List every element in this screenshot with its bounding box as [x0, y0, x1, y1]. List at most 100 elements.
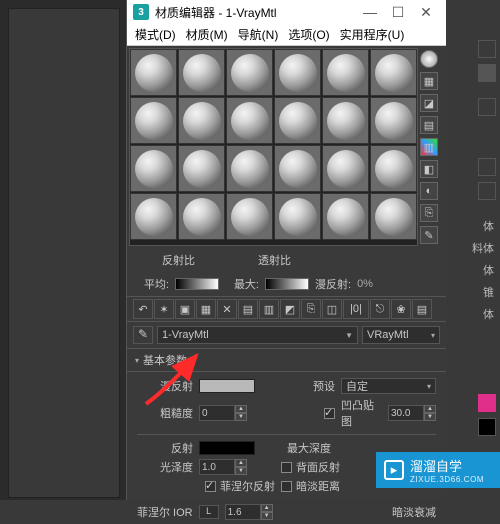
sample-slot[interactable]	[322, 49, 369, 96]
sample-slot[interactable]	[274, 145, 321, 192]
side-icon[interactable]: ⎘	[420, 204, 438, 222]
tool-button[interactable]: ✶	[154, 299, 174, 319]
backface-checkbox[interactable]	[281, 462, 292, 473]
sample-slot[interactable]	[130, 49, 177, 96]
side-icon[interactable]: ◧	[420, 160, 438, 178]
tool-button[interactable]: |0|	[343, 299, 369, 319]
sample-slot[interactable]	[226, 97, 273, 144]
backface-label: 背面反射	[296, 459, 340, 475]
dock-icon[interactable]	[478, 40, 496, 58]
tool-button[interactable]: ↶	[133, 299, 153, 319]
bump-checkbox[interactable]	[324, 408, 335, 419]
diffuse-label: 漫反射	[137, 378, 193, 394]
sample-slot[interactable]	[322, 145, 369, 192]
reflect-swatch[interactable]	[199, 441, 255, 455]
dock-color-swatch[interactable]	[478, 394, 496, 412]
sample-slot[interactable]	[178, 97, 225, 144]
side-icon[interactable]: ▥	[420, 138, 438, 156]
sample-slot[interactable]	[370, 97, 417, 144]
menu-navigate[interactable]: 导航(N)	[238, 26, 279, 43]
app-icon: 3	[133, 4, 149, 20]
tool-button[interactable]: ▤	[412, 299, 432, 319]
sample-slot[interactable]	[130, 193, 177, 240]
sample-slot-grid	[129, 48, 418, 246]
material-editor-window: 3 材质编辑器 - 1-VrayMtl — ☐ ✕ 模式(D) 材质(M) 导航…	[126, 0, 446, 500]
side-icon[interactable]: ◪	[420, 94, 438, 112]
ior-lock-button[interactable]: L	[199, 505, 219, 519]
fresnel-checkbox[interactable]	[205, 481, 216, 492]
right-label: 锥	[483, 284, 496, 300]
sample-side-toolbar: ◯ ▦ ◪ ▤ ▥ ◧ ◐ ⎘ ✎	[418, 48, 440, 246]
right-label: 体	[483, 218, 496, 234]
side-icon[interactable]: ▤	[420, 116, 438, 134]
sample-slot[interactable]	[178, 145, 225, 192]
reflect-max-grad	[265, 278, 309, 290]
side-icon[interactable]: ◐	[420, 182, 438, 200]
right-label: 体	[483, 262, 496, 278]
sample-slot[interactable]	[178, 193, 225, 240]
sample-slot[interactable]	[370, 49, 417, 96]
side-icon[interactable]: ◯	[420, 50, 438, 68]
sample-slot[interactable]	[178, 49, 225, 96]
ior-input[interactable]	[225, 504, 261, 520]
material-name-dropdown[interactable]: 1-VrayMtl▼	[157, 326, 358, 344]
dock-icon[interactable]	[478, 182, 496, 200]
gloss-input[interactable]	[199, 459, 235, 475]
sample-slot[interactable]	[370, 145, 417, 192]
sample-slot[interactable]	[226, 193, 273, 240]
dock-icon[interactable]	[478, 158, 496, 176]
bump-label: 凹凸贴图	[341, 397, 384, 429]
sample-slot[interactable]	[130, 145, 177, 192]
sample-slot[interactable]	[274, 97, 321, 144]
sample-slot[interactable]	[226, 49, 273, 96]
tool-button[interactable]: ▤	[238, 299, 258, 319]
sample-slot[interactable]	[322, 193, 369, 240]
menu-utilities[interactable]: 实用程序(U)	[340, 26, 405, 43]
bump-spinner[interactable]: ▲▼	[388, 405, 436, 421]
pick-material-button[interactable]: ✎	[133, 326, 153, 344]
dimdist-checkbox[interactable]	[281, 481, 292, 492]
rollout-basic-params[interactable]: ▾基本参数	[127, 348, 446, 372]
watermark-url: ZIXUE.3D66.COM	[410, 475, 484, 484]
preset-label: 预设	[281, 378, 335, 394]
side-icon[interactable]: ✎	[420, 226, 438, 244]
diffuse-swatch[interactable]	[199, 379, 255, 393]
ior-spinner[interactable]: ▲▼	[225, 504, 273, 520]
tool-button[interactable]: ▣	[175, 299, 195, 319]
tool-button[interactable]: ⎋	[370, 299, 390, 319]
dock-icon[interactable]	[478, 64, 496, 82]
menu-material[interactable]: 材质(M)	[186, 26, 228, 43]
tool-button[interactable]: ✕	[217, 299, 237, 319]
sample-slot[interactable]	[226, 145, 273, 192]
sample-slot[interactable]	[274, 49, 321, 96]
maximize-button[interactable]: ☐	[384, 4, 412, 21]
dock-icon[interactable]	[478, 98, 496, 116]
tool-button[interactable]: ◩	[280, 299, 300, 319]
menu-options[interactable]: 选项(O)	[288, 26, 329, 43]
bump-input[interactable]	[388, 405, 424, 421]
right-label: 体	[483, 306, 496, 322]
tool-button[interactable]: ▦	[196, 299, 216, 319]
tool-button[interactable]: ▥	[259, 299, 279, 319]
sample-slot[interactable]	[130, 97, 177, 144]
tool-button[interactable]: ⎘	[301, 299, 321, 319]
preset-dropdown[interactable]: 自定▾	[341, 378, 436, 394]
gloss-spinner[interactable]: ▲▼	[199, 459, 275, 475]
watermark: ▸ 溜溜自学 ZIXUE.3D66.COM	[376, 452, 500, 488]
dock-color-swatch[interactable]	[478, 418, 496, 436]
close-button[interactable]: ✕	[412, 4, 440, 21]
sample-slot[interactable]	[274, 193, 321, 240]
tool-button[interactable]: ◫	[322, 299, 342, 319]
menu-mode[interactable]: 模式(D)	[135, 26, 176, 43]
ior-label: 菲涅尔 IOR	[137, 504, 193, 520]
minimize-button[interactable]: —	[356, 4, 384, 20]
sample-slot[interactable]	[322, 97, 369, 144]
roughness-spinner[interactable]: ▲▼	[199, 405, 275, 421]
material-type-dropdown[interactable]: VRayMtl▾	[362, 326, 440, 344]
menubar: 模式(D) 材质(M) 导航(N) 选项(O) 实用程序(U)	[127, 24, 446, 46]
reflect-avg-grad	[175, 278, 219, 290]
sample-slot[interactable]	[370, 193, 417, 240]
tool-button[interactable]: ❀	[391, 299, 411, 319]
side-icon[interactable]: ▦	[420, 72, 438, 90]
roughness-input[interactable]	[199, 405, 235, 421]
